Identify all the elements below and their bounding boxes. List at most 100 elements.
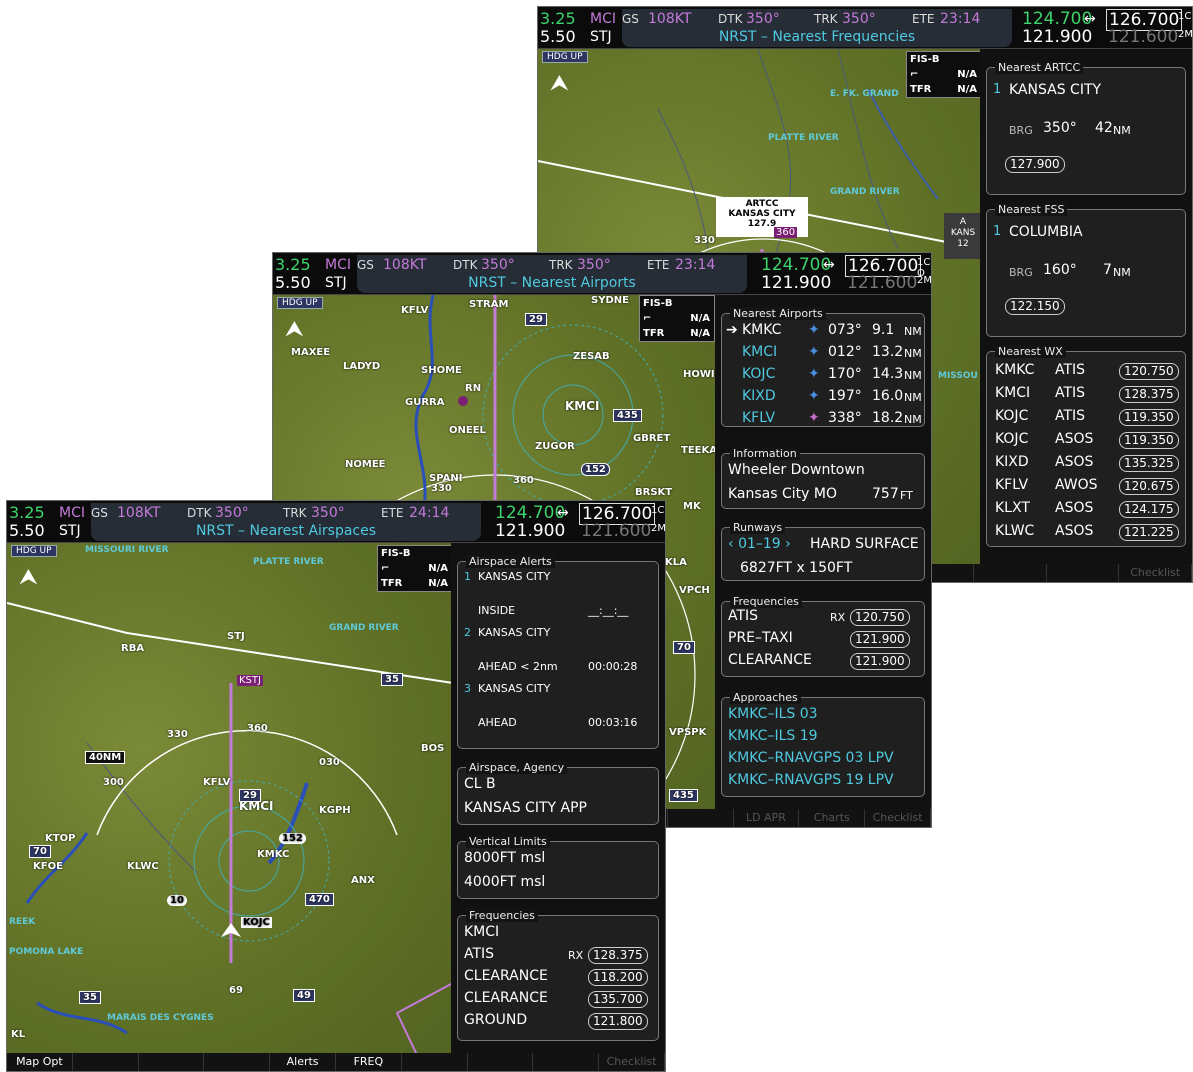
frequency-value[interactable]: 120.750	[850, 609, 910, 626]
frequencies-box[interactable]: Frequencies ATIS RX 120.750 PRE–TAXI 121.900…	[721, 595, 925, 677]
airport-bearing: 012°	[828, 344, 862, 360]
table-row[interactable]: KIXD ✦ 197° 16.0 NM	[722, 388, 924, 408]
approach-item[interactable]: KMKC–RNAVGPS 03 LPV	[728, 750, 894, 766]
moving-map[interactable]: HDG UP ⮝ FIS-B ⌐ N/A TFR N/A MISSOURI RIVE…	[7, 543, 453, 1055]
wx-frequency[interactable]: 119.350	[1119, 432, 1179, 449]
com2-active[interactable]: 121.900	[1022, 27, 1092, 47]
wx-station-id[interactable]: KFLV	[995, 477, 1028, 493]
softkey[interactable]	[204, 1053, 271, 1071]
frequency-value[interactable]: 121.900	[850, 631, 910, 648]
checklist-softkey[interactable]: Checklist	[865, 809, 931, 827]
alert-airspace-name[interactable]: KANSAS CITY	[478, 626, 550, 639]
alert-time: 00:03:16	[588, 716, 638, 729]
frequency-value[interactable]: 121.900	[850, 653, 910, 670]
com-radio[interactable]: 124.700 ↔ 126.700 121.900 121.600 1C 2MI	[491, 501, 665, 543]
alert-airspace-name[interactable]: KANSAS CITY	[478, 682, 550, 695]
wx-station-id[interactable]: KLWC	[995, 523, 1034, 539]
airport-id[interactable]: KFLV	[742, 410, 775, 426]
distance-unit: NM	[904, 347, 922, 360]
wx-frequency[interactable]: 120.750	[1119, 363, 1179, 380]
softkey[interactable]	[1047, 564, 1120, 582]
frequency-value[interactable]: 135.700	[588, 991, 648, 1008]
side-callout-b: KANS	[950, 228, 976, 238]
freq-softkey[interactable]: FREQ	[336, 1053, 402, 1071]
ld-apr-softkey[interactable]: LD APR	[734, 809, 800, 827]
frequency-value[interactable]: 118.200	[588, 969, 648, 986]
alerts-softkey[interactable]: Alerts	[270, 1053, 336, 1071]
softkey[interactable]	[73, 1053, 139, 1071]
softkey[interactable]	[402, 1053, 468, 1071]
box-caption: Nearest WX	[995, 345, 1066, 358]
swap-arrow-icon[interactable]: ↔	[1084, 11, 1096, 27]
artcc-frequency[interactable]: 127.900	[1005, 156, 1065, 173]
heading-up-indicator[interactable]: HDG UP	[542, 51, 588, 63]
status-bar: 3.25 5.50 MCI STJ GS 108KT DTK 350° TRK …	[273, 253, 931, 295]
approach-item[interactable]: KMKC–ILS 03	[728, 706, 818, 722]
swap-arrow-icon[interactable]: ↔	[557, 505, 569, 521]
wx-frequency[interactable]: 121.225	[1119, 524, 1179, 541]
com1-active[interactable]: 124.700	[1022, 9, 1092, 29]
wx-station-id[interactable]: KOJC	[995, 408, 1028, 424]
checklist-softkey[interactable]: Checklist	[1119, 564, 1192, 582]
com1-active[interactable]: 124.700	[761, 255, 831, 275]
softkey[interactable]	[533, 1053, 600, 1071]
softkey[interactable]	[139, 1053, 205, 1071]
airport-id[interactable]: KMKC	[742, 322, 781, 338]
frequency-value[interactable]: 128.375	[588, 947, 648, 964]
checklist-softkey[interactable]: Checklist	[599, 1053, 665, 1071]
table-row[interactable]: KOJC ✦ 170° 14.3 NM	[722, 366, 924, 386]
wx-station-id[interactable]: KMCI	[995, 385, 1030, 401]
airspace-frequencies-box[interactable]: Frequencies KMCI ATIS RX 128.375 CLEARANCE 1…	[457, 909, 659, 1041]
softkey[interactable]	[974, 564, 1047, 582]
box-caption: Approaches	[730, 691, 801, 704]
approach-item[interactable]: KMKC–ILS 19	[728, 728, 818, 744]
swap-arrow-icon[interactable]: ↔	[823, 257, 835, 273]
wx-station-id[interactable]: KIXD	[995, 454, 1029, 470]
runways-box[interactable]: Runways ‹ 01–19 › HARD SURFACE 6827FT x …	[721, 521, 925, 581]
wx-frequency[interactable]: 128.375	[1119, 386, 1179, 403]
com2-standby[interactable]: 121.600	[1108, 27, 1178, 47]
charts-softkey[interactable]: Charts	[799, 809, 866, 827]
airspace-alerts-box[interactable]: Airspace Alerts 1 KANSAS CITY INSIDE __:__:…	[457, 555, 659, 749]
wx-frequency[interactable]: 120.675	[1119, 478, 1179, 495]
fss-frequency[interactable]: 122.150	[1005, 298, 1065, 315]
page-title: NRST – Nearest Frequencies	[718, 29, 916, 45]
nearest-airports-box[interactable]: Nearest Airports ➔ KMKC ✦ 073° 9.1 NM KMCI ✦ 012…	[721, 307, 925, 430]
airport-id[interactable]: KOJC	[742, 366, 775, 382]
airport-id[interactable]: KMCI	[742, 344, 777, 360]
heading-up-indicator[interactable]: HDG UP	[11, 545, 57, 557]
wx-station-id[interactable]: KMKC	[995, 362, 1034, 378]
com-radio[interactable]: 124.700 ↔ 126.700 121.900 121.600 1C O 2…	[757, 253, 931, 295]
wx-station-id[interactable]: KOJC	[995, 431, 1028, 447]
table-row[interactable]: KMCI ✦ 012° 13.2 NM	[722, 344, 924, 364]
wx-frequency[interactable]: 119.350	[1119, 409, 1179, 426]
map-terrain-overlay	[7, 602, 453, 1055]
approach-item[interactable]: KMKC–RNAVGPS 19 LPV	[728, 772, 894, 788]
alert-airspace-name[interactable]: KANSAS CITY	[478, 570, 550, 583]
wx-frequency[interactable]: 124.175	[1119, 501, 1179, 518]
com1-active[interactable]: 124.700	[495, 503, 565, 523]
highway-shield: 70	[673, 641, 695, 654]
wx-frequency[interactable]: 135.325	[1119, 455, 1179, 472]
map-opt-softkey[interactable]: Map Opt	[7, 1053, 73, 1071]
com-radio[interactable]: 124.700 ↔ 126.700 121.900 121.600 1C 2M	[1018, 7, 1192, 49]
softkey[interactable]	[668, 809, 734, 827]
table-row[interactable]: KFLV ✦ 338° 18.2 NM	[722, 410, 924, 430]
table-row[interactable]: ➔ KMKC ✦ 073° 9.1 NM	[722, 322, 924, 342]
chevron-right-icon[interactable]: ›	[785, 536, 791, 552]
nearest-artcc-box[interactable]: Nearest ARTCC 1 KANSAS CITY BRG 350° 42 …	[986, 61, 1186, 195]
com2-active[interactable]: 121.900	[495, 521, 565, 541]
frequency-value[interactable]: 121.800	[588, 1013, 648, 1030]
softkey[interactable]	[468, 1053, 534, 1071]
chevron-left-icon[interactable]: ‹	[728, 536, 734, 552]
airport-id[interactable]: KIXD	[742, 388, 776, 404]
com2-standby[interactable]: 121.600	[847, 273, 917, 293]
com2-active[interactable]: 121.900	[761, 273, 831, 293]
wx-station-id[interactable]: KLXT	[995, 500, 1030, 516]
nearest-wx-box[interactable]: Nearest WX KMKC ATIS 120.750 KMCI ATIS 128.37…	[986, 345, 1186, 547]
nearest-fss-box[interactable]: Nearest FSS 1 COLUMBIA BRG 160° 7 NM 122…	[986, 203, 1186, 337]
heading-up-indicator[interactable]: HDG UP	[277, 297, 323, 309]
runway-selector[interactable]: ‹ 01–19 ›	[728, 536, 791, 552]
com2-standby[interactable]: 121.600	[581, 521, 651, 541]
approaches-box[interactable]: Approaches KMKC–ILS 03 KMKC–ILS 19 KMKC–…	[721, 691, 925, 797]
